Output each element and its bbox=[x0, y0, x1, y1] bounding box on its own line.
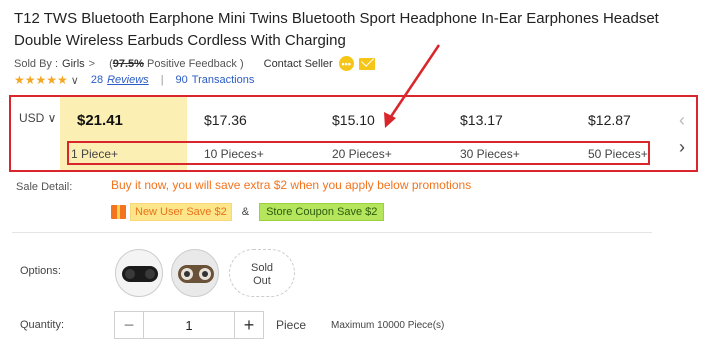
transactions-count: 90 bbox=[175, 74, 188, 86]
quantity-label: Quantity: bbox=[20, 319, 65, 331]
annotation-arrow bbox=[384, 44, 441, 128]
sold-out-label: Sold Out bbox=[230, 262, 294, 288]
mail-icon[interactable] bbox=[358, 57, 375, 70]
tier-quantity: 50 Pieces+ bbox=[588, 147, 648, 161]
coupon-separator: & bbox=[241, 206, 250, 218]
tier-price[interactable]: $17.36 bbox=[204, 112, 247, 128]
option-sold-out: Sold Out bbox=[229, 249, 295, 297]
max-quantity-note: Maximum 10000 Piece(s) bbox=[331, 320, 445, 331]
rating-row: ★★★★★ ∨ 28 Reviews | 90 Transactions bbox=[14, 73, 254, 87]
sold-out-line2: Out bbox=[253, 275, 271, 287]
options-label: Options: bbox=[20, 265, 61, 277]
next-tier-arrow-icon[interactable]: › bbox=[679, 137, 685, 158]
quantity-stepper: − 1 + bbox=[114, 311, 264, 339]
quantity-unit: Piece bbox=[276, 318, 307, 332]
seller-info: Sold By : Girls > (97.5% Positive Feedba… bbox=[14, 56, 375, 71]
tier-price[interactable]: $13.17 bbox=[460, 112, 503, 128]
tier-quantity: 10 Pieces+ bbox=[204, 147, 264, 161]
feedback-percent: 97.5% bbox=[112, 57, 144, 70]
chevron-right-icon[interactable]: > bbox=[89, 58, 95, 70]
coupon-row: New User Save $2 & Store Coupon Save $2 bbox=[111, 203, 385, 221]
promotion-text: Buy it now, you will save extra $2 when … bbox=[111, 178, 472, 192]
product-title: T12 TWS Bluetooth Earphone Mini Twins Bl… bbox=[14, 10, 659, 49]
contact-seller-link[interactable]: Contact Seller bbox=[264, 58, 333, 70]
reviews-link[interactable]: Reviews bbox=[107, 74, 149, 86]
sold-out-line1: Sold bbox=[250, 262, 274, 274]
separator: | bbox=[160, 74, 164, 86]
quantity-input[interactable]: 1 bbox=[143, 312, 235, 338]
store-coupon[interactable]: Store Coupon Save $2 bbox=[259, 203, 385, 221]
chat-icon[interactable]: ••• bbox=[338, 56, 354, 71]
tier-price[interactable]: $12.87 bbox=[588, 112, 631, 128]
decrement-button[interactable]: − bbox=[115, 312, 143, 338]
price-tier-panel: USD ∨ $21.41 $17.36 $15.10 $13.17 $12.87… bbox=[9, 95, 698, 172]
increment-button[interactable]: + bbox=[235, 312, 263, 338]
reviews-count[interactable]: 28 bbox=[91, 74, 103, 86]
divider bbox=[12, 232, 652, 233]
prev-tier-arrow-icon[interactable]: ‹ bbox=[679, 110, 685, 131]
tier-quantity: 30 Pieces+ bbox=[460, 147, 520, 161]
transactions-label: Transactions bbox=[191, 74, 255, 86]
chevron-down-icon[interactable]: ∨ bbox=[71, 74, 79, 87]
tier-quantity: 1 Piece+ bbox=[71, 147, 119, 161]
earbuds-black-image bbox=[122, 266, 158, 282]
currency-selector[interactable]: USD ∨ bbox=[19, 111, 56, 125]
sold-by-label: Sold By : bbox=[14, 57, 59, 70]
feedback-summary: (97.5% Positive Feedback ) bbox=[109, 58, 244, 70]
sale-detail-label: Sale Detail: bbox=[16, 181, 73, 193]
option-thumbnail-black-earbuds[interactable] bbox=[115, 249, 163, 297]
earbuds-gold-image bbox=[178, 265, 214, 283]
gift-icon bbox=[111, 205, 126, 219]
tier-quantity: 20 Pieces+ bbox=[332, 147, 392, 161]
option-thumbnail-gold-earbuds[interactable] bbox=[171, 249, 219, 297]
star-rating-icon: ★★★★★ bbox=[14, 73, 68, 87]
feedback-label: Positive Feedback ) bbox=[147, 57, 244, 70]
tier-price[interactable]: $21.41 bbox=[77, 112, 123, 129]
store-name-link[interactable]: Girls bbox=[62, 58, 85, 70]
tier-price[interactable]: $15.10 bbox=[332, 112, 375, 128]
new-user-coupon[interactable]: New User Save $2 bbox=[130, 203, 232, 221]
